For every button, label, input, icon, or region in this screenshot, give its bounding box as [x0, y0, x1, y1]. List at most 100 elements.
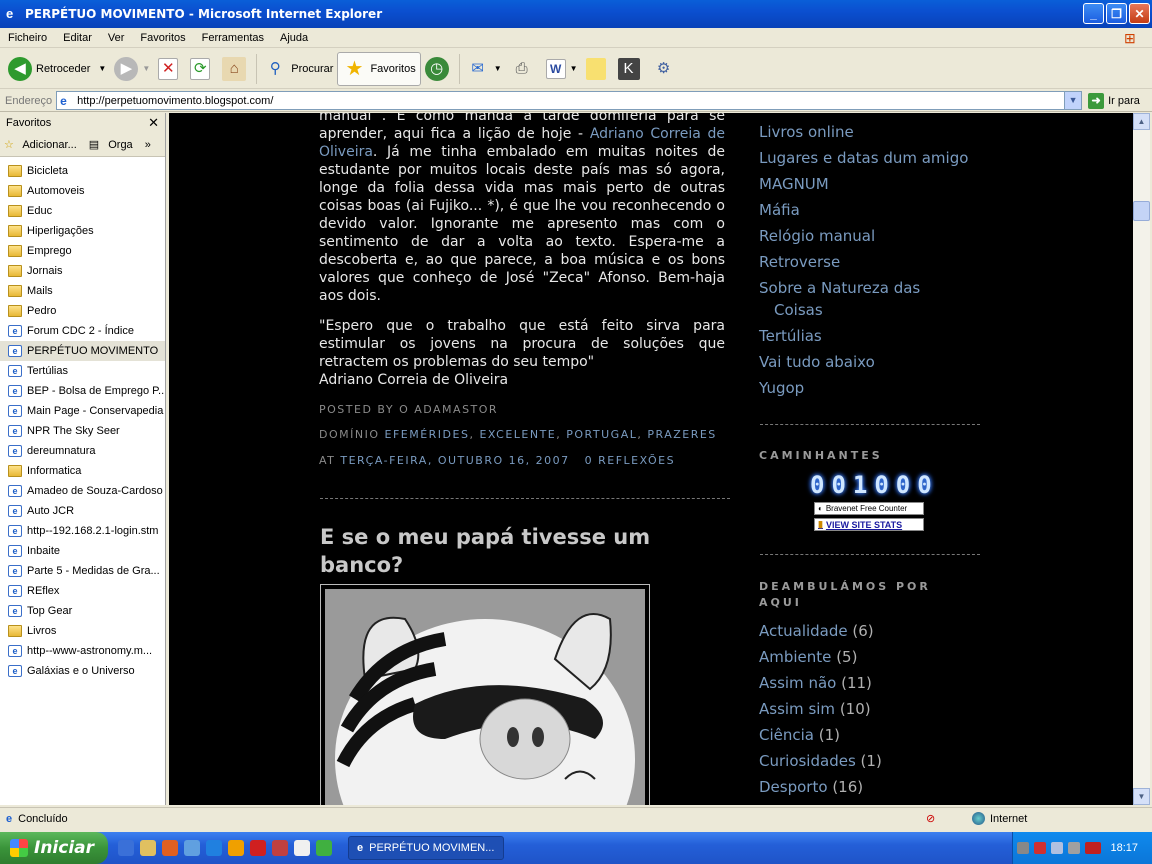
label-excelente[interactable]: EXCELENTE — [479, 428, 556, 441]
scroll-thumb[interactable] — [1133, 201, 1150, 221]
research-button[interactable]: ⚙ — [648, 52, 684, 86]
favorite-item[interactable]: e Galáxias e o Universo — [0, 661, 165, 681]
label-name[interactable]: Ciência — [759, 726, 814, 744]
messenger-button[interactable]: K — [614, 52, 648, 86]
network-tray-icon[interactable] — [1017, 842, 1030, 854]
edit-dropdown-icon[interactable]: ▼ — [570, 64, 578, 73]
favorite-item[interactable]: Bicicleta — [0, 161, 165, 181]
label-prazeres[interactable]: PRAZERES — [647, 428, 716, 441]
favorite-item[interactable]: Automoveis — [0, 181, 165, 201]
explorer-quicklaunch-icon[interactable] — [140, 840, 156, 856]
menu-favoritos[interactable]: Favoritos — [132, 32, 193, 44]
sidebar-label-item[interactable]: Assim sim (10) — [759, 700, 871, 718]
sidebar-link-lugares[interactable]: Lugares e datas dum amigo — [759, 149, 968, 167]
label-name[interactable]: Ambiente — [759, 648, 831, 666]
antivirus-tray-icon[interactable] — [1034, 842, 1047, 854]
favorite-item[interactable]: Informatica — [0, 461, 165, 481]
messenger-quicklaunch-icon[interactable] — [316, 840, 332, 856]
refresh-button[interactable]: ⟳ — [186, 52, 218, 86]
favorites-button[interactable]: ★ Favoritos — [337, 51, 421, 86]
favorite-item[interactable]: e NPR The Sky Seer — [0, 421, 165, 441]
start-button[interactable]: Iniciar — [0, 832, 108, 864]
ati-tray-icon[interactable] — [1085, 842, 1102, 854]
sidebar-label-item[interactable]: Ambiente (5) — [759, 648, 857, 666]
favorite-item[interactable]: e REflex — [0, 581, 165, 601]
display-tray-icon[interactable] — [1051, 842, 1064, 854]
close-pane-icon[interactable]: ✕ — [148, 115, 159, 131]
favorite-item[interactable]: Jornais — [0, 261, 165, 281]
favorite-item[interactable]: Livros — [0, 621, 165, 641]
notes-button[interactable] — [582, 52, 614, 86]
sidebar-label-item[interactable]: Curiosidades (1) — [759, 752, 882, 770]
scroll-down-icon[interactable]: ▼ — [1133, 788, 1150, 805]
organize-button[interactable]: ▤ Orga — [89, 138, 139, 151]
favorite-item[interactable]: e Auto JCR — [0, 501, 165, 521]
forward-dropdown-icon[interactable]: ▼ — [142, 64, 150, 73]
post-title[interactable]: E se o meu papá tivesse um banco? — [320, 523, 720, 579]
minimize-button[interactable]: _ — [1083, 3, 1104, 24]
sidebar-link-livros-online[interactable]: Livros online — [759, 123, 854, 141]
firefox-quicklaunch-icon[interactable] — [162, 840, 178, 856]
volume-tray-icon[interactable] — [1068, 842, 1081, 854]
close-button[interactable]: ✕ — [1129, 3, 1150, 24]
sidebar-link-retroverse[interactable]: Retroverse — [759, 253, 840, 271]
mail-button[interactable]: ✉ ▼ — [462, 52, 506, 86]
address-input[interactable]: e http://perpetuomovimento.blogspot.com/… — [56, 91, 1083, 110]
menu-editar[interactable]: Editar — [55, 32, 100, 44]
favorite-item[interactable]: e dereumnatura — [0, 441, 165, 461]
popup-blocked-icon[interactable]: ⊘ — [926, 812, 935, 825]
sidebar-link-natureza-cont[interactable]: Coisas — [774, 301, 823, 319]
sidebar-label-item[interactable]: Actualidade (6) — [759, 622, 874, 640]
edit-button[interactable]: W ▼ — [542, 52, 582, 86]
maximize-button[interactable]: ❐ — [1106, 3, 1127, 24]
forward-button[interactable]: ▶ ▼ — [110, 52, 154, 86]
sidebar-link-yugop[interactable]: Yugop — [759, 379, 804, 397]
favorite-item[interactable]: e BEP - Bolsa de Emprego P... — [0, 381, 165, 401]
favorite-item[interactable]: e Tertúlias — [0, 361, 165, 381]
media-quicklaunch-icon[interactable] — [184, 840, 200, 856]
sidebar-link-natureza[interactable]: Sobre a Natureza das — [759, 279, 920, 297]
sidebar-link-mafia[interactable]: Máfia — [759, 201, 800, 219]
favorite-item[interactable]: e PERPÉTUO MOVIMENTO — [0, 341, 165, 361]
winamp-quicklaunch-icon[interactable] — [228, 840, 244, 856]
vertical-scrollbar[interactable]: ▲ ▼ — [1133, 113, 1150, 805]
sidebar-label-item[interactable]: Desporto (16) — [759, 778, 863, 796]
favorite-item[interactable]: e Forum CDC 2 - Índice — [0, 321, 165, 341]
favorite-item[interactable]: e Main Page - Conservapedia — [0, 401, 165, 421]
label-name[interactable]: Actualidade — [759, 622, 848, 640]
comments-link[interactable]: 0 REFLEXÕES — [585, 454, 675, 467]
address-url[interactable]: http://perpetuomovimento.blogspot.com/ — [77, 95, 273, 107]
mail-dropdown-icon[interactable]: ▼ — [494, 64, 502, 73]
ie2-quicklaunch-icon[interactable] — [206, 840, 222, 856]
word-quicklaunch-icon[interactable] — [294, 840, 310, 856]
sidebar-link-magnum[interactable]: MAGNUM — [759, 175, 829, 193]
search-button[interactable]: ⚲ Procurar — [259, 52, 337, 86]
favorite-item[interactable]: e Amadeo de Souza-Cardoso — [0, 481, 165, 501]
sidebar-link-vai-tudo[interactable]: Vai tudo abaixo — [759, 353, 875, 371]
menu-ajuda[interactable]: Ajuda — [272, 32, 316, 44]
more-chevron-icon[interactable]: » — [145, 139, 151, 151]
back-dropdown-icon[interactable]: ▼ — [98, 64, 106, 73]
favorite-item[interactable]: Emprego — [0, 241, 165, 261]
label-name[interactable]: Assim sim — [759, 700, 835, 718]
favorite-item[interactable]: e http--www-astronomy.m... — [0, 641, 165, 661]
go-button[interactable]: ➜ Ir para — [1088, 92, 1140, 109]
favorite-item[interactable]: e Top Gear — [0, 601, 165, 621]
acrobat-quicklaunch-icon[interactable] — [272, 840, 288, 856]
opera-quicklaunch-icon[interactable] — [250, 840, 266, 856]
label-portugal[interactable]: PORTUGAL — [566, 428, 637, 441]
menu-ver[interactable]: Ver — [100, 32, 133, 44]
favorite-item[interactable]: e Parte 5 - Medidas de Gra... — [0, 561, 165, 581]
label-name[interactable]: Assim não — [759, 674, 836, 692]
back-button[interactable]: ◀ Retroceder ▼ — [4, 52, 110, 86]
sidebar-label-item[interactable]: Assim não (11) — [759, 674, 872, 692]
favorite-item[interactable]: Mails — [0, 281, 165, 301]
favorite-item[interactable]: Hiperligações — [0, 221, 165, 241]
scroll-up-icon[interactable]: ▲ — [1133, 113, 1150, 130]
view-stats-link[interactable]: ▮ VIEW SITE STATS — [814, 518, 924, 531]
menu-ficheiro[interactable]: Ficheiro — [0, 32, 55, 44]
sidebar-link-tertulias[interactable]: Tertúlias — [759, 327, 822, 345]
ie-quicklaunch-icon[interactable] — [118, 840, 134, 856]
stop-button[interactable]: ✕ — [154, 52, 186, 86]
history-button[interactable]: ◷ — [421, 52, 457, 86]
